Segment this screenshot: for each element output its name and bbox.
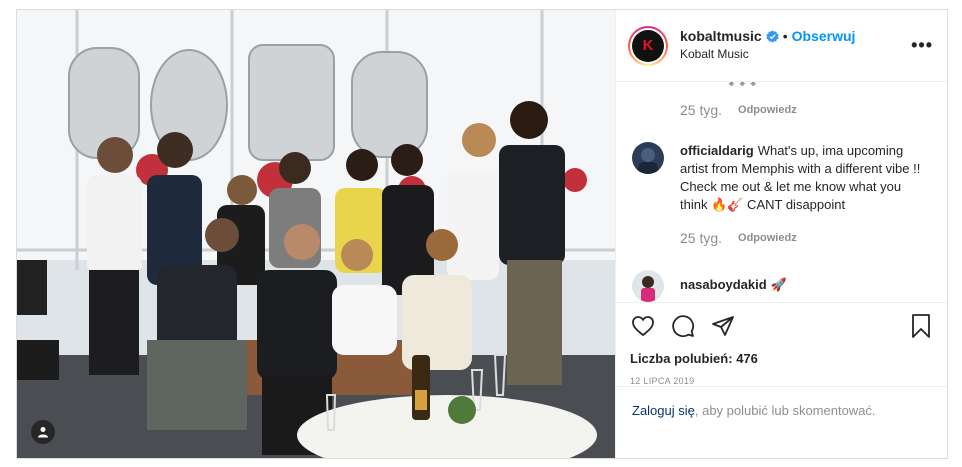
comments-list: ⬇⬇⬇ 25 tyg. Odpowiedz officialdarigWhat'… (616, 82, 947, 302)
commenter-avatar[interactable] (632, 142, 664, 174)
user-tag-button[interactable] (31, 420, 55, 444)
action-icons (630, 313, 933, 339)
avatar-inner: K (630, 27, 666, 64)
login-link[interactable]: Zaloguj się (632, 403, 695, 418)
verified-badge-icon (766, 30, 779, 43)
comment-text: 🚀 (770, 277, 787, 292)
comment-username[interactable]: nasaboydakid (680, 277, 767, 292)
post-date[interactable]: 12 LIPCA 2019 (630, 376, 933, 386)
account-line: kobaltmusic • Obserwuj (680, 28, 855, 45)
group-photo-illustration (17, 10, 615, 458)
comment-body: nasaboydakid 🚀 (680, 270, 930, 302)
comment-icon (672, 315, 695, 338)
share-icon (712, 316, 734, 336)
like-button[interactable] (630, 313, 656, 339)
kobalt-logo: K (632, 29, 664, 62)
comment-meta: 25 tyg. Odpowiedz (680, 230, 797, 246)
post-side-panel: K kobaltmusic • Obserwuj Kobalt Music ••… (615, 10, 947, 458)
likes-count[interactable]: Liczba polubień: 476 (630, 351, 933, 366)
post-actions: Liczba polubień: 476 12 LIPCA 2019 (616, 302, 947, 386)
account-username[interactable]: kobaltmusic (680, 28, 762, 45)
account-avatar[interactable]: K (628, 25, 668, 66)
separator-dot: • (782, 28, 788, 44)
account-display-name: Kobalt Music (680, 47, 749, 61)
follow-button[interactable]: Obserwuj (792, 28, 856, 45)
post-header: K kobaltmusic • Obserwuj Kobalt Music ••… (616, 10, 947, 82)
partial-comment-emoji: ⬇⬇⬇ (726, 82, 759, 90)
more-options-icon[interactable]: ••• (911, 36, 933, 54)
comment-meta: 25 tyg. Odpowiedz (680, 102, 797, 118)
login-prompt-text: , aby polubić lub skomentować. (694, 403, 876, 418)
heart-icon (632, 316, 654, 337)
reply-button[interactable]: Odpowiedz (738, 232, 797, 244)
post-photo[interactable] (17, 10, 615, 458)
share-button[interactable] (710, 313, 736, 339)
avatar-image (632, 142, 664, 174)
account-info: kobaltmusic • Obserwuj Kobalt Music (680, 28, 855, 63)
bookmark-icon (912, 314, 930, 338)
instagram-post: K kobaltmusic • Obserwuj Kobalt Music ••… (16, 9, 948, 459)
save-button[interactable] (909, 313, 933, 339)
comment-body: officialdarig What's up, ima upcoming art… (680, 142, 930, 214)
login-prompt: Zaloguj się, aby polubić lub skomentować… (616, 386, 947, 458)
reply-button[interactable]: Odpowiedz (738, 104, 797, 116)
comment-time[interactable]: 25 tyg. (680, 230, 722, 246)
likes-number: 476 (736, 351, 758, 366)
likes-label: Liczba polubień: (630, 351, 733, 366)
comment-time[interactable]: 25 tyg. (680, 102, 722, 118)
comment-button[interactable] (670, 313, 696, 339)
user-tag-icon (38, 427, 48, 438)
commenter-avatar[interactable] (632, 270, 664, 302)
comment-item: nasaboydakid 🚀 (632, 270, 932, 302)
comment-username[interactable]: officialdarig (680, 143, 754, 158)
avatar-image (632, 270, 664, 302)
comment-item: officialdarig What's up, ima upcoming art… (632, 142, 932, 214)
